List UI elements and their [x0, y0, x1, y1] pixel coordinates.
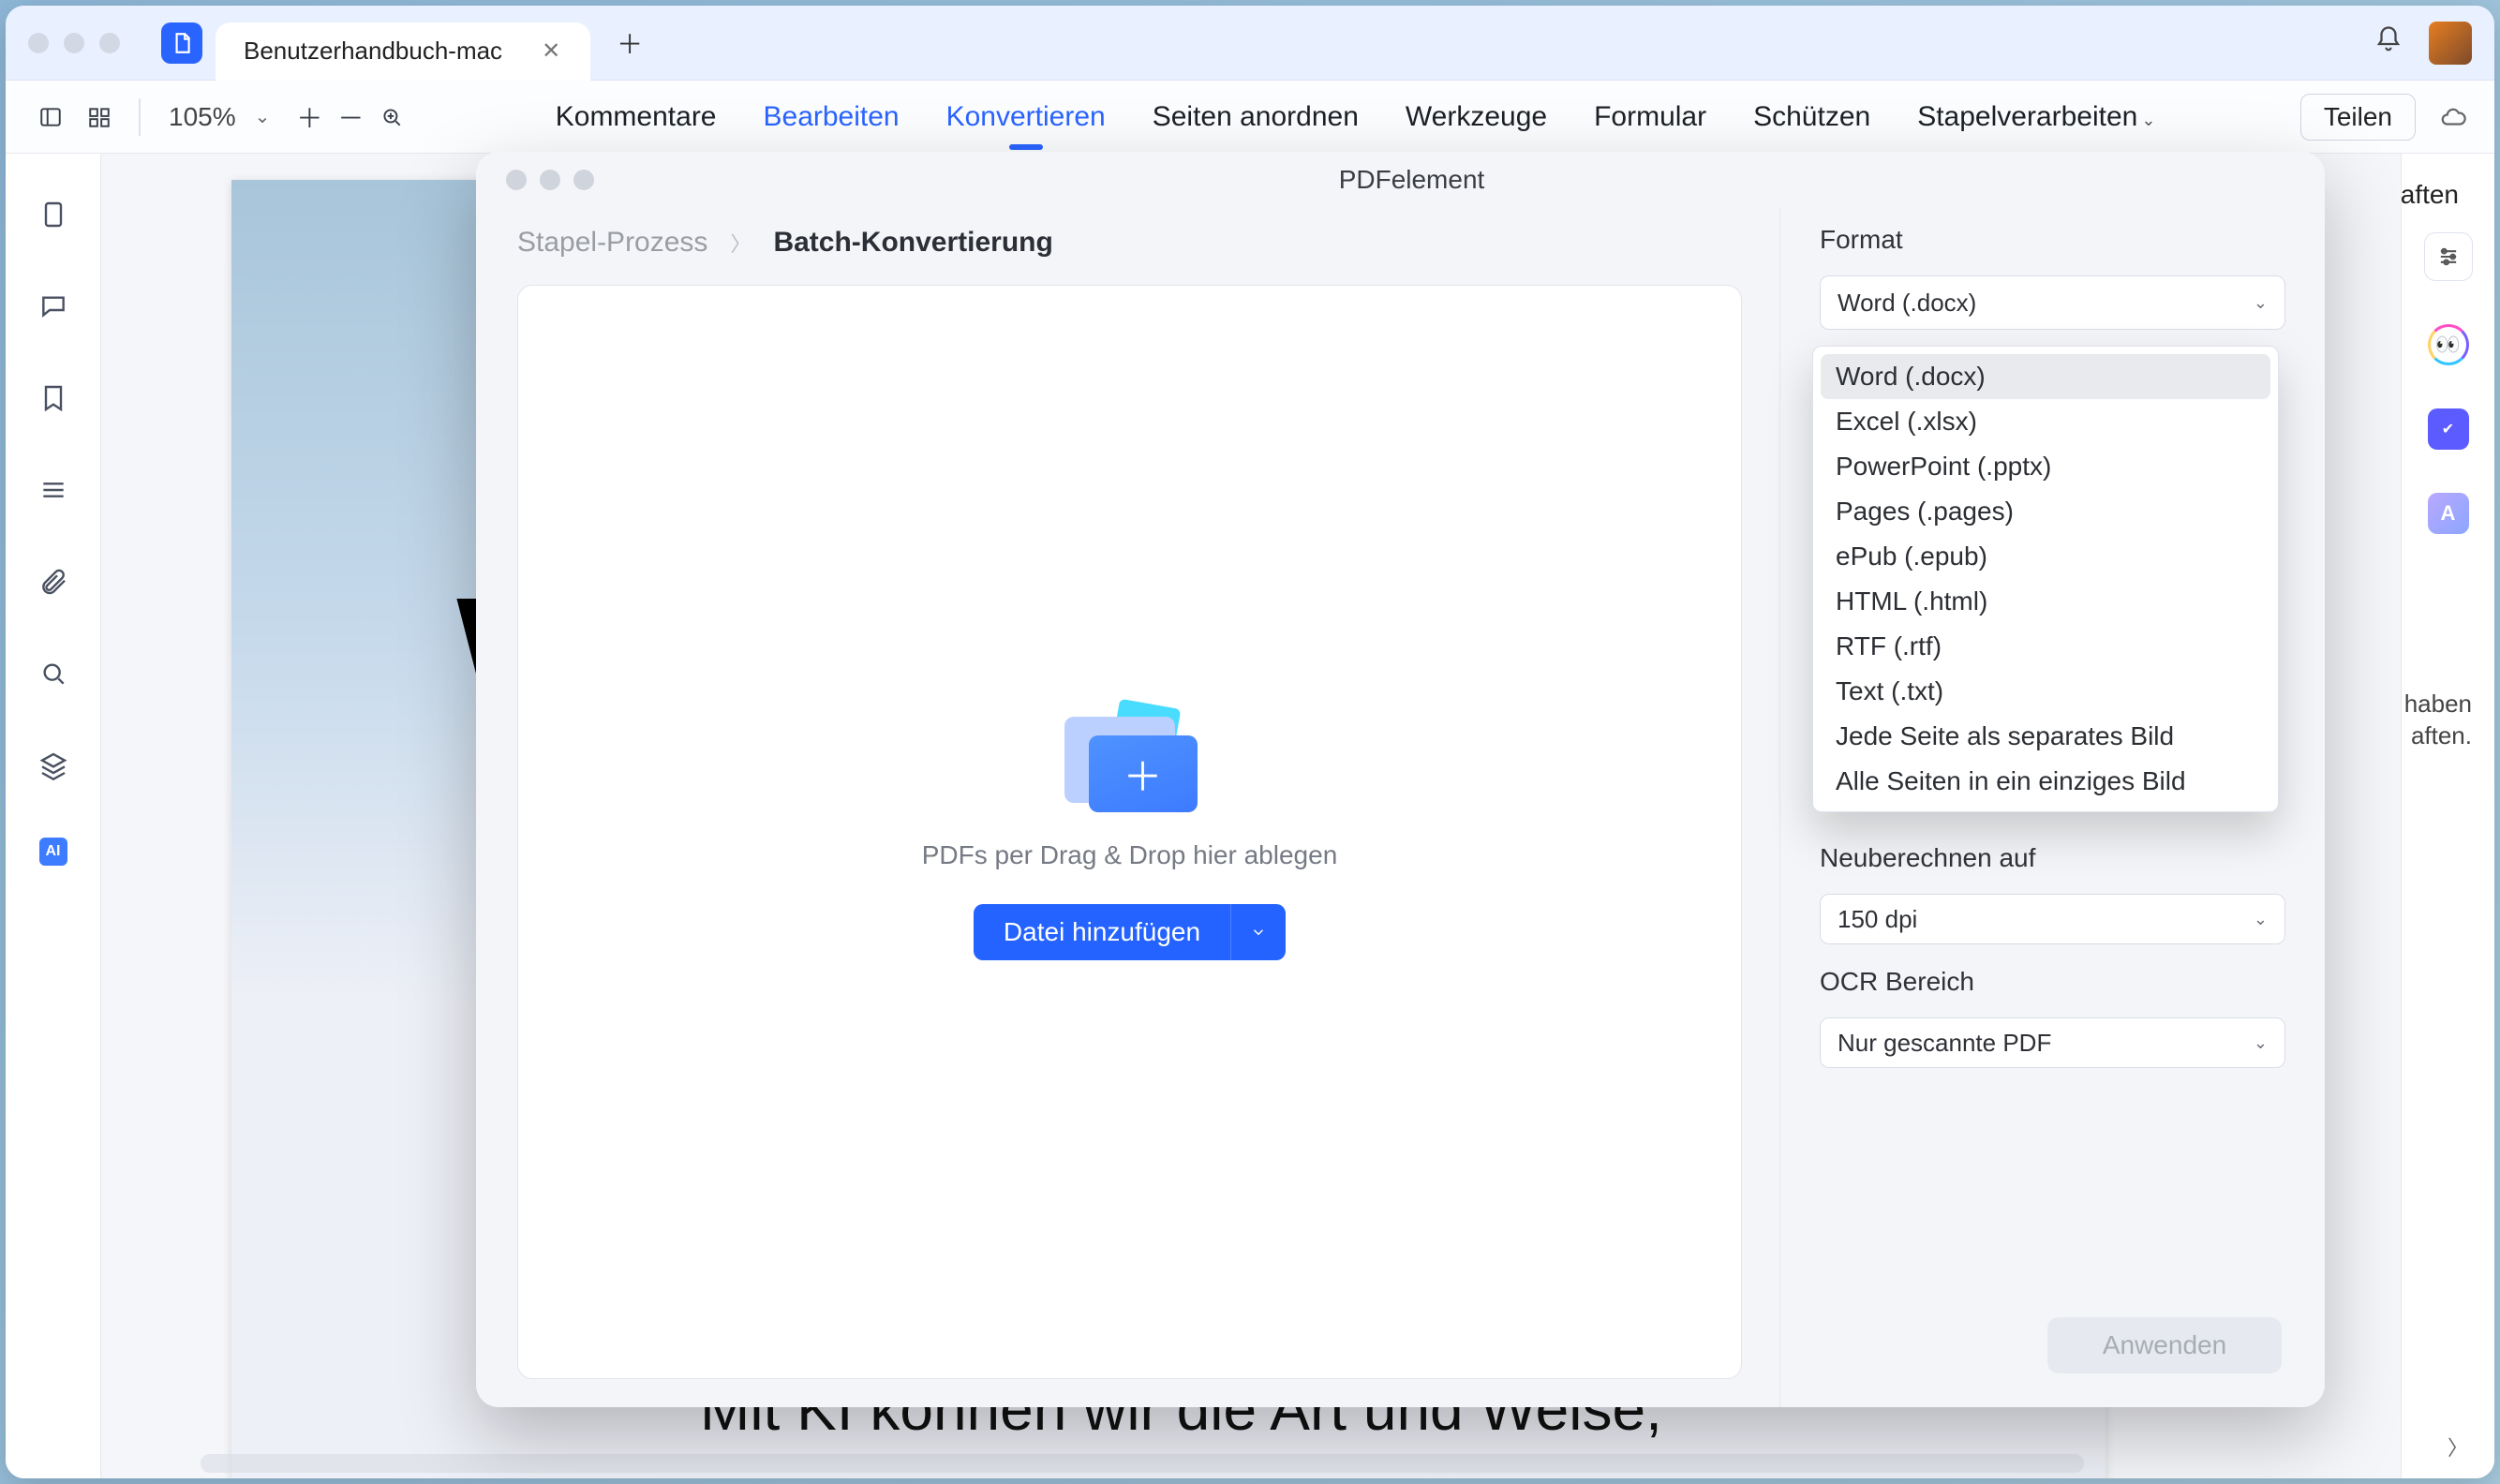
menu-batch-label: Stapelverarbeiten: [1917, 101, 2137, 132]
format-option[interactable]: Alle Seiten in ein einziges Bild: [1821, 759, 2270, 804]
document-tab[interactable]: Benutzerhandbuch-mac ✕: [216, 22, 590, 81]
format-option[interactable]: Pages (.pages): [1821, 489, 2270, 534]
dialog-close-button[interactable]: [506, 170, 527, 190]
toolbar-separator: [139, 98, 141, 136]
menu-tools[interactable]: Werkzeuge: [1406, 101, 1547, 133]
format-option[interactable]: Text (.txt): [1821, 669, 2270, 714]
folder-add-icon: ＋: [1064, 704, 1196, 807]
user-avatar[interactable]: [2429, 22, 2472, 65]
add-file-button[interactable]: Datei hinzufügen: [974, 904, 1230, 960]
recalc-label: Neuberechnen auf: [1820, 843, 2285, 873]
add-file-split-button: Datei hinzufügen: [974, 904, 1286, 960]
breadcrumb-current: Batch-Konvertierung: [773, 227, 1052, 259]
properties-hint-line1: haben: [2404, 690, 2472, 719]
chevron-down-icon[interactable]: ⌄: [249, 105, 276, 128]
format-option[interactable]: Jede Seite als separates Bild: [1821, 714, 2270, 759]
format-select[interactable]: Word (.docx) ⌄: [1820, 275, 2285, 330]
ocr-range-value: Nur gescannte PDF: [1838, 1029, 2051, 1058]
properties-hint-line2: aften.: [2411, 721, 2472, 750]
new-tab-button[interactable]: ＋: [611, 24, 648, 62]
cloud-icon[interactable]: [2434, 98, 2472, 136]
breadcrumb: Stapel-Prozess 〉 Batch-Konvertierung: [517, 227, 1742, 259]
format-dropdown-list: Word (.docx) Excel (.xlsx) PowerPoint (.…: [1812, 346, 2279, 812]
dpi-select[interactable]: 150 dpi ⌄: [1820, 894, 2285, 944]
comments-panel-icon[interactable]: [34, 287, 73, 326]
horizontal-scrollbar[interactable]: [201, 1454, 2084, 1473]
app-logo-icon: [161, 22, 202, 64]
titlebar: Benutzerhandbuch-mac ✕ ＋: [6, 6, 2494, 81]
ai-assistant-icon[interactable]: 👀: [2428, 324, 2469, 365]
menu-convert[interactable]: Konvertieren: [946, 101, 1106, 133]
right-rail: aften 👀 ✔︎ A haben aften. 〉: [2401, 154, 2494, 1478]
layers-panel-icon[interactable]: [34, 470, 73, 510]
menu-batch[interactable]: Stapelverarbeiten⌄: [1917, 101, 2155, 133]
left-rail: AI: [6, 154, 101, 1478]
format-select-value: Word (.docx): [1838, 289, 1976, 318]
document-tab-title: Benutzerhandbuch-mac: [244, 37, 502, 66]
main-menu: Kommentare Bearbeiten Konvertieren Seite…: [414, 101, 2296, 133]
menu-pages[interactable]: Seiten anordnen: [1153, 101, 1359, 133]
fit-page-icon[interactable]: [373, 98, 410, 136]
format-option[interactable]: ePub (.epub): [1821, 534, 2270, 579]
chevron-down-icon: ⌄: [2254, 1033, 2268, 1053]
tab-close-button[interactable]: ✕: [536, 34, 566, 68]
menu-protect[interactable]: Schützen: [1753, 101, 1870, 133]
chevron-down-icon: ⌄: [2254, 293, 2268, 313]
thumbnails-panel-icon[interactable]: [34, 195, 73, 234]
main-toolbar: 105% ⌄ ＋ － Kommentare Bearbeiten Konvert…: [6, 81, 2494, 154]
expand-panel-icon[interactable]: 〉: [2448, 1432, 2468, 1462]
zoom-value: 105%: [169, 102, 236, 132]
zoom-in-button[interactable]: ＋: [290, 98, 328, 136]
dialog-left: Stapel-Prozess 〉 Batch-Konvertierung ＋ P…: [476, 208, 1779, 1407]
format-option[interactable]: Excel (.xlsx): [1821, 399, 2270, 444]
menu-comments[interactable]: Kommentare: [556, 101, 717, 133]
font-icon[interactable]: A: [2428, 493, 2469, 534]
share-area: Teilen: [2300, 94, 2472, 141]
thumbnails-icon[interactable]: [77, 98, 122, 136]
dialog-titlebar: PDFelement: [476, 152, 2325, 208]
menu-convert-label: Konvertieren: [946, 101, 1106, 132]
dialog-minimize-button[interactable]: [540, 170, 560, 190]
main-window: Benutzerhandbuch-mac ✕ ＋ 105% ⌄ ＋ － Komm…: [6, 6, 2494, 1478]
ai-panel-icon[interactable]: AI: [39, 838, 67, 866]
window-minimize-button[interactable]: [64, 33, 84, 53]
apply-button[interactable]: Anwenden: [2047, 1317, 2282, 1373]
chevron-right-icon: 〉: [730, 228, 751, 258]
format-option[interactable]: RTF (.rtf): [1821, 624, 2270, 669]
window-traffic-lights: [28, 33, 120, 53]
zoom-out-button[interactable]: －: [332, 98, 369, 136]
bookmarks-panel-icon[interactable]: [34, 378, 73, 418]
dpi-select-value: 150 dpi: [1838, 905, 1917, 934]
window-maximize-button[interactable]: [99, 33, 120, 53]
notifications-icon[interactable]: [2374, 25, 2403, 61]
stack-panel-icon[interactable]: [34, 746, 73, 785]
panel-toggle-left-icon[interactable]: [28, 98, 73, 136]
breadcrumb-root[interactable]: Stapel-Prozess: [517, 227, 707, 259]
format-option[interactable]: PowerPoint (.pptx): [1821, 444, 2270, 489]
format-option[interactable]: HTML (.html): [1821, 579, 2270, 624]
properties-settings-icon[interactable]: [2424, 232, 2473, 281]
search-panel-icon[interactable]: [34, 654, 73, 693]
attachments-panel-icon[interactable]: [34, 562, 73, 601]
menu-form[interactable]: Formular: [1594, 101, 1706, 133]
window-close-button[interactable]: [28, 33, 49, 53]
dropzone-label: PDFs per Drag & Drop hier ablegen: [922, 840, 1338, 870]
menu-edit[interactable]: Bearbeiten: [764, 101, 900, 133]
dialog-maximize-button[interactable]: [573, 170, 594, 190]
share-button[interactable]: Teilen: [2300, 94, 2416, 141]
zoom-control[interactable]: 105% ⌄: [157, 102, 287, 132]
format-option[interactable]: Word (.docx): [1821, 354, 2270, 399]
dialog-title: PDFelement: [607, 165, 2216, 195]
chevron-down-icon: ⌄: [2254, 910, 2268, 929]
chevron-down-icon: ⌄: [2141, 111, 2155, 129]
ocr-range-select[interactable]: Nur gescannte PDF ⌄: [1820, 1017, 2285, 1068]
format-label: Format: [1820, 225, 2285, 255]
add-file-dropdown-button[interactable]: [1230, 904, 1286, 960]
check-icon[interactable]: ✔︎: [2428, 408, 2469, 450]
ocr-range-label: OCR Bereich: [1820, 967, 2285, 997]
file-dropzone[interactable]: ＋ PDFs per Drag & Drop hier ablegen Date…: [517, 285, 1742, 1379]
properties-panel-title: aften: [2401, 180, 2459, 210]
